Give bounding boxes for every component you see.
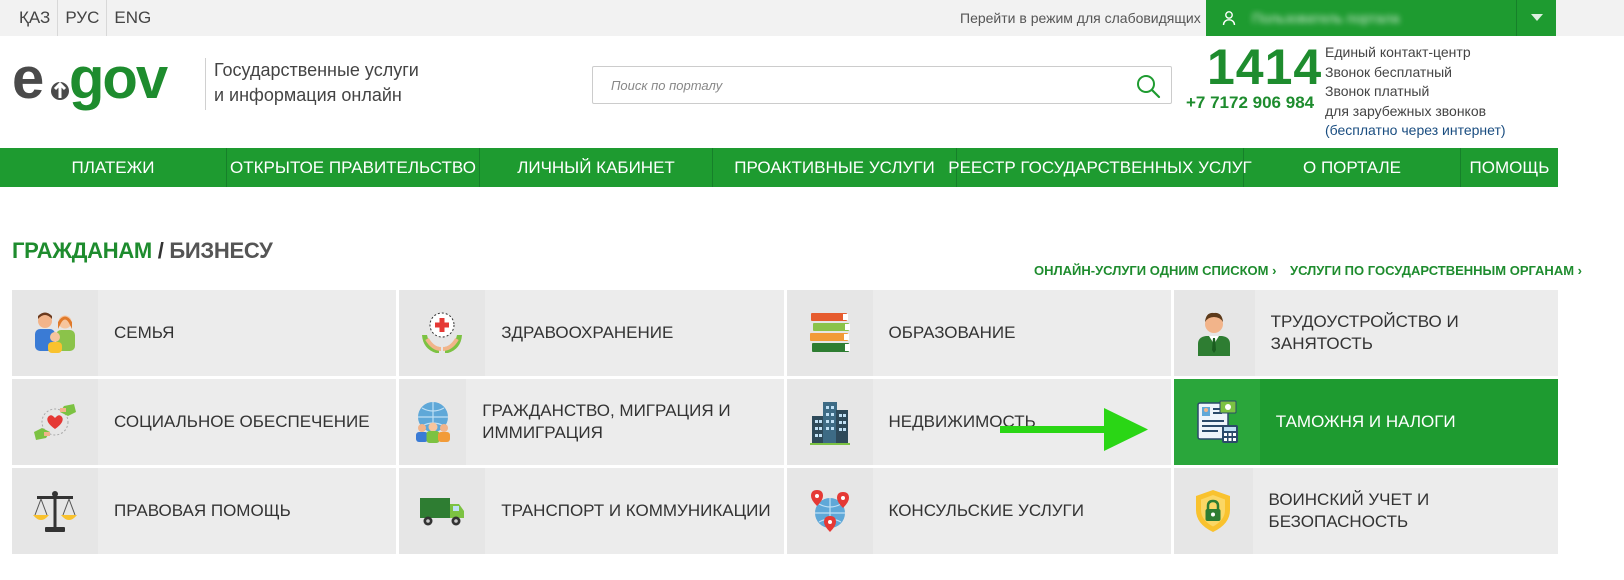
shield-lock-icon <box>1196 490 1231 532</box>
category-customs-taxes[interactable]: ТАМОЖНЯ И НАЛОГИ <box>1173 379 1558 465</box>
category-military-security[interactable]: ВОИНСКИЙ УЧЕТ И БЕЗОПАСНОСТЬ <box>1173 468 1558 554</box>
services-by-agency-link[interactable]: УСЛУГИ ПО ГОСУДАРСТВЕННЫМ ОРГАНАМ › <box>1290 263 1582 278</box>
user-menu-toggle[interactable] <box>1516 0 1556 36</box>
category-real-estate[interactable]: НЕДВИЖИМОСТЬ <box>786 379 1171 465</box>
category-label: НЕДВИЖИМОСТЬ <box>888 412 1036 431</box>
category-label: КОНСУЛЬСКИЕ УСЛУГИ <box>888 501 1084 520</box>
category-label: ТАМОЖНЯ И НАЛОГИ <box>1275 412 1456 431</box>
globe-people-icon <box>415 402 450 443</box>
section-title: ГРАЖДАНАМ / БИЗНЕСУ <box>12 238 273 264</box>
search-icon <box>1137 75 1161 99</box>
chevron-down-icon <box>1530 14 1543 21</box>
tagline-line-1: Государственные услуги <box>214 60 419 80</box>
category-healthcare[interactable]: ЗДРАВООХРАНЕНИЕ <box>399 290 784 376</box>
lang-rus[interactable]: РУС <box>58 0 108 36</box>
nav-proactive-services[interactable]: ПРОАКТИВНЫЕ УСЛУГИ <box>713 148 957 187</box>
worker-icon <box>1198 312 1231 356</box>
contact-center-short-number[interactable]: 1414 <box>1207 38 1322 96</box>
contact-line-1: Единый контакт-центр <box>1325 44 1471 60</box>
nav-personal-account[interactable]: ЛИЧНЫЙ КАБИНЕТ <box>480 148 713 187</box>
books-icon <box>809 313 850 352</box>
egov-logo-icon: e gov <box>12 46 170 111</box>
nav-open-government[interactable]: ОТКРЫТОЕ ПРАВИТЕЛЬСТВО <box>227 148 480 187</box>
category-label: СОЦИАЛЬНОЕ ОБЕСПЕЧЕНИЕ <box>114 412 370 431</box>
svg-text:e: e <box>12 50 43 111</box>
scales-icon <box>33 491 77 532</box>
contact-line-3: Звонок платный <box>1325 83 1430 99</box>
truck-icon <box>420 498 465 526</box>
tab-business[interactable]: БИЗНЕСУ <box>169 238 272 263</box>
search-button[interactable] <box>1135 73 1161 99</box>
search-input[interactable] <box>593 67 1113 103</box>
contact-line-4: для зарубежных звонков <box>1325 102 1487 119</box>
nav-service-registry[interactable]: РЕЕСТР ГОСУДАРСТВЕННЫХ УСЛУГ <box>948 148 1252 187</box>
category-label: ПРАВОВАЯ ПОМОЩЬ <box>114 501 291 520</box>
egov-logo[interactable]: e gov <box>12 46 197 120</box>
search-box <box>592 66 1172 104</box>
category-label: ТРУДОУСТРОЙСТВО И ЗАНЯТОСТЬ <box>1270 312 1459 353</box>
category-legal-aid[interactable]: ПРАВОВАЯ ПОМОЩЬ <box>12 468 397 554</box>
user-icon <box>1206 0 1252 36</box>
family-icon <box>35 312 75 353</box>
category-label: ЗДРАВООХРАНЕНИЕ <box>501 323 674 342</box>
category-employment[interactable]: ТРУДОУСТРОЙСТВО И ЗАНЯТОСТЬ <box>1173 290 1558 376</box>
services-list-link[interactable]: ОНЛАЙН-УСЛУГИ ОДНИМ СПИСКОМ › <box>1034 263 1276 278</box>
social-care-icon <box>34 404 76 440</box>
category-citizenship-migration[interactable]: ГРАЖДАНСТВО, МИГРАЦИЯ И ИММИГРАЦИЯ <box>399 379 784 465</box>
tab-citizens[interactable]: ГРАЖДАНАМ <box>12 238 152 263</box>
category-education[interactable]: ОБРАЗОВАНИЕ <box>786 290 1171 376</box>
nav-help[interactable]: ПОМОЩЬ <box>1461 148 1558 187</box>
tagline-line-2: и информация онлайн <box>214 85 402 105</box>
category-social-security[interactable]: СОЦИАЛЬНОЕ ОБЕСПЕЧЕНИЕ <box>12 379 397 465</box>
main-nav: ПЛАТЕЖИ ОТКРЫТОЕ ПРАВИТЕЛЬСТВО ЛИЧНЫЙ КА… <box>0 148 1558 187</box>
tax-document-icon <box>1197 400 1238 443</box>
category-transport[interactable]: ТРАНСПОРТ И КОММУНИКАЦИИ <box>399 468 784 554</box>
lang-eng[interactable]: ENG <box>107 0 158 36</box>
nav-payments[interactable]: ПЛАТЕЖИ <box>0 148 227 187</box>
category-label: ОБРАЗОВАНИЕ <box>888 323 1016 342</box>
contact-center-long-number[interactable]: +7 7172 906 984 <box>1186 93 1314 113</box>
user-account-button[interactable]: Пользователь портала <box>1206 0 1516 36</box>
site-tagline: Государственные услуги и информация онла… <box>205 58 419 110</box>
buildings-icon <box>809 402 850 445</box>
contact-info: Единый контакт-центр Звонок бесплатный З… <box>1325 43 1506 141</box>
svg-text:gov: gov <box>69 50 168 111</box>
category-label: ГРАЖДАНСТВО, МИГРАЦИЯ И ИММИГРАЦИЯ <box>482 401 731 442</box>
lang-kaz[interactable]: ҚАЗ <box>12 0 59 36</box>
free-call-link[interactable]: (бесплатно через интернет) <box>1325 121 1506 141</box>
nav-about[interactable]: О ПОРТАЛЕ <box>1244 148 1461 187</box>
category-label: ТРАНСПОРТ И КОММУНИКАЦИИ <box>501 501 771 520</box>
title-separator: / <box>157 238 164 263</box>
contact-line-2: Звонок бесплатный <box>1325 63 1452 80</box>
category-label: ВОИНСКИЙ УЧЕТ И БЕЗОПАСНОСТЬ <box>1268 490 1430 531</box>
language-switcher: ҚАЗ РУС ENG <box>12 0 158 36</box>
category-consular[interactable]: КОНСУЛЬСКИЕ УСЛУГИ <box>786 468 1171 554</box>
category-grid: СЕМЬЯ ЗДРАВООХРАНЕНИЕ ОБРАЗОВАНИЕ ТРУДОУ… <box>12 290 1558 554</box>
globe-pins-icon <box>810 490 849 532</box>
category-label: СЕМЬЯ <box>114 323 175 342</box>
low-vision-link[interactable]: Перейти в режим для слабовидящих <box>960 0 1201 36</box>
user-name: Пользователь портала <box>1252 10 1400 26</box>
category-family[interactable]: СЕМЬЯ <box>12 290 397 376</box>
healthcare-icon <box>422 312 463 353</box>
